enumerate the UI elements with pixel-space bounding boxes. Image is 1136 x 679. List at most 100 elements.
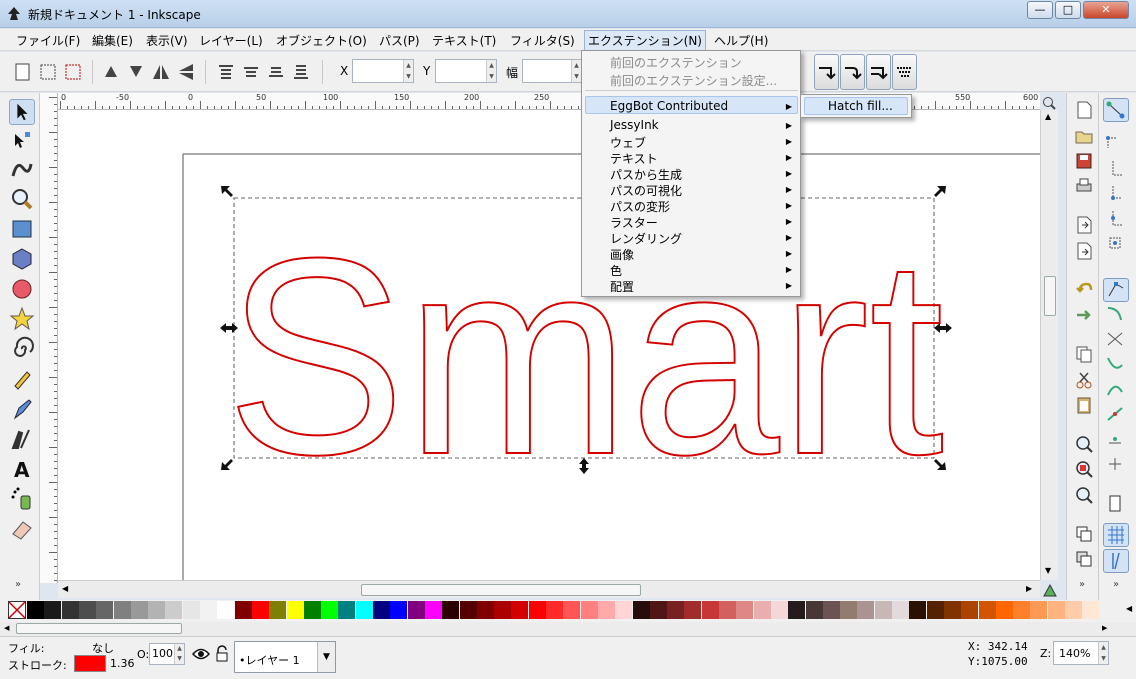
text-tool-icon[interactable]: A: [9, 456, 35, 482]
color-swatch[interactable]: [528, 601, 546, 619]
snap-page-border-icon[interactable]: [1103, 493, 1129, 517]
deselect-icon[interactable]: [62, 61, 84, 83]
pen-tool-icon[interactable]: [9, 396, 35, 422]
lower-icon[interactable]: [265, 61, 287, 83]
color-swatch[interactable]: [857, 601, 875, 619]
select-all-icon[interactable]: [12, 61, 34, 83]
color-swatch[interactable]: [217, 601, 235, 619]
menu-item-text[interactable]: テキスト: [610, 150, 658, 167]
color-swatch[interactable]: [303, 601, 321, 619]
color-swatch[interactable]: [1082, 601, 1100, 619]
zoom-corner-icon[interactable]: [1042, 96, 1056, 110]
palette-scroll-thumb[interactable]: [16, 623, 182, 634]
color-swatch[interactable]: [200, 601, 217, 619]
color-swatch[interactable]: [113, 601, 131, 619]
snap-grid-button[interactable]: [1103, 523, 1129, 547]
color-swatch[interactable]: [476, 601, 494, 619]
drawing-canvas[interactable]: Smart: [58, 110, 1040, 580]
color-swatch[interactable]: [684, 601, 702, 619]
zoom-drawing-icon[interactable]: [1074, 459, 1094, 479]
snap-bbox-centers-icon[interactable]: [1103, 233, 1129, 257]
color-swatch[interactable]: [926, 601, 944, 619]
opacity-spin-arrows[interactable]: ▲ ▼: [174, 644, 184, 664]
vertical-scroll-thumb[interactable]: [1044, 276, 1056, 316]
menu-text[interactable]: テキスト(T): [432, 32, 496, 49]
palette-scroll-left-icon[interactable]: ◀: [4, 624, 9, 632]
zoom-input[interactable]: 140% ▲ ▼: [1053, 641, 1109, 665]
color-swatch[interactable]: [1030, 601, 1048, 619]
snap-object-centers-icon[interactable]: [1103, 428, 1129, 452]
color-swatch[interactable]: [597, 601, 615, 619]
flip-vertical-icon[interactable]: [175, 61, 197, 83]
snap-overflow-icon[interactable]: »: [1113, 579, 1119, 590]
spiral-tool-icon[interactable]: [9, 336, 35, 362]
color-swatch[interactable]: [390, 601, 408, 619]
color-swatch[interactable]: [511, 601, 529, 619]
menu-item-images[interactable]: 画像: [610, 246, 634, 263]
copy-icon[interactable]: [1074, 344, 1094, 364]
color-swatch[interactable]: [961, 601, 979, 619]
maximize-button[interactable]: □: [1055, 1, 1081, 19]
snap-smooth-nodes-icon[interactable]: [1103, 378, 1129, 402]
layer-dropdown[interactable]: •レイヤー 1 ▼: [234, 641, 336, 673]
undo-icon[interactable]: [1074, 280, 1094, 300]
color-swatch[interactable]: [407, 601, 425, 619]
color-manage-icon[interactable]: [1042, 582, 1058, 598]
color-swatch[interactable]: [649, 601, 667, 619]
snap-paths-icon[interactable]: [1103, 303, 1129, 327]
color-swatch[interactable]: [1047, 601, 1065, 619]
pencil-tool-icon[interactable]: [9, 366, 35, 392]
ellipse-tool-icon[interactable]: [9, 276, 35, 302]
rotate-cw-icon[interactable]: [125, 61, 147, 83]
chevron-down-icon[interactable]: ▼: [317, 642, 335, 672]
menu-item-visualize-path[interactable]: パスの可視化: [610, 182, 682, 199]
menu-filters[interactable]: フィルタ(S): [510, 32, 575, 49]
menu-item-render[interactable]: レンダリング: [610, 230, 682, 247]
raise-icon[interactable]: [240, 61, 262, 83]
color-swatch[interactable]: [770, 601, 788, 619]
minimize-button[interactable]: —: [1027, 1, 1053, 19]
menu-item-modify-path[interactable]: パスの変形: [610, 198, 670, 215]
menu-item-previous-extension-settings[interactable]: 前回のエクステンション設定...: [610, 72, 777, 89]
menu-item-jessyink[interactable]: JessyInk: [610, 118, 659, 132]
scale-stroke-button[interactable]: [814, 54, 839, 90]
snap-midpoints-icon[interactable]: [1103, 403, 1129, 427]
color-swatch[interactable]: [130, 601, 148, 619]
move-patterns-button[interactable]: [892, 54, 917, 90]
menu-item-eggbot-contributed[interactable]: EggBot Contributed: [610, 99, 728, 113]
close-button[interactable]: ✕: [1083, 1, 1129, 19]
toolbox-overflow-icon[interactable]: »: [15, 579, 21, 590]
redo-icon[interactable]: [1074, 305, 1094, 325]
snap-guides-button[interactable]: [1103, 549, 1129, 573]
clone-icon[interactable]: [1074, 549, 1094, 569]
scroll-up-icon[interactable]: ▲: [1045, 112, 1051, 121]
selector-tool-icon[interactable]: [9, 99, 35, 125]
menu-help[interactable]: ヘルプ(H): [714, 32, 768, 49]
width-spin-arrows[interactable]: ▲ ▼: [571, 60, 581, 82]
color-swatch[interactable]: [355, 601, 373, 619]
eraser-tool-icon[interactable]: [9, 516, 35, 542]
fill-value[interactable]: なし: [92, 640, 114, 656]
color-swatch[interactable]: [719, 601, 736, 619]
open-icon[interactable]: [1074, 126, 1094, 146]
scale-corners-button[interactable]: [840, 54, 865, 90]
menu-item-generate-from-path[interactable]: パスから生成: [610, 166, 682, 183]
color-swatch[interactable]: [234, 601, 252, 619]
raise-to-top-icon[interactable]: [215, 61, 237, 83]
tweak-tool-icon[interactable]: [9, 156, 35, 182]
color-swatch[interactable]: [96, 601, 114, 619]
menu-layer[interactable]: レイヤー(L): [199, 32, 263, 49]
menu-extensions[interactable]: エクステンション(N): [584, 30, 706, 51]
snap-cusp-nodes-icon[interactable]: [1103, 353, 1129, 377]
color-swatch[interactable]: [978, 601, 996, 619]
rectangle-tool-icon[interactable]: [9, 216, 35, 242]
menu-view[interactable]: 表示(V): [146, 32, 188, 49]
snap-intersections-icon[interactable]: [1103, 328, 1129, 352]
y-input[interactable]: ▲ ▼: [435, 59, 497, 83]
color-swatch[interactable]: [459, 601, 477, 619]
color-swatch[interactable]: [892, 601, 909, 619]
width-input[interactable]: ▲ ▼: [522, 59, 582, 83]
y-spin-arrows[interactable]: ▲ ▼: [486, 60, 496, 82]
color-swatch[interactable]: [373, 601, 390, 619]
color-swatch[interactable]: [995, 601, 1013, 619]
